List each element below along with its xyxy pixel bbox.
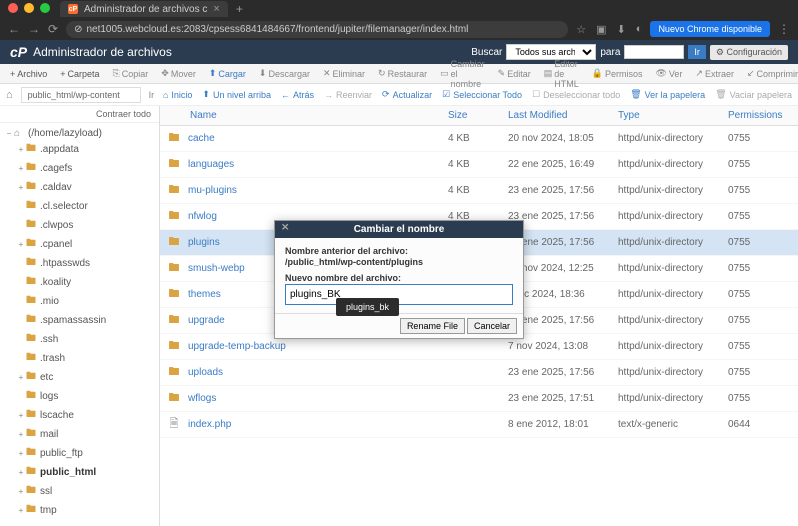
macos-window-controls [8, 3, 50, 13]
rename-modal: ⨯ Cambiar el nombre Nombre anterior del … [274, 220, 524, 339]
cancel-button[interactable]: Cancelar [467, 318, 517, 334]
autocomplete-tooltip[interactable]: plugins_bk [336, 298, 399, 316]
close-window-button[interactable] [8, 3, 18, 13]
rename-modal-overlay: ⨯ Cambiar el nombre Nombre anterior del … [0, 0, 798, 508]
old-name-path: /public_html/wp-content/plugins [285, 257, 513, 267]
modal-close-icon[interactable]: ⨯ [281, 222, 289, 233]
new-name-label: Nuevo nombre del archivo: [285, 273, 513, 283]
old-name-label: Nombre anterior del archivo: [285, 246, 513, 256]
maximize-window-button[interactable] [40, 3, 50, 13]
modal-title: Cambiar el nombre [354, 224, 445, 235]
modal-footer: Rename File Cancelar [275, 313, 523, 338]
minimize-window-button[interactable] [24, 3, 34, 13]
rename-confirm-button[interactable]: Rename File [400, 318, 465, 334]
modal-title-bar[interactable]: ⨯ Cambiar el nombre [275, 221, 523, 238]
